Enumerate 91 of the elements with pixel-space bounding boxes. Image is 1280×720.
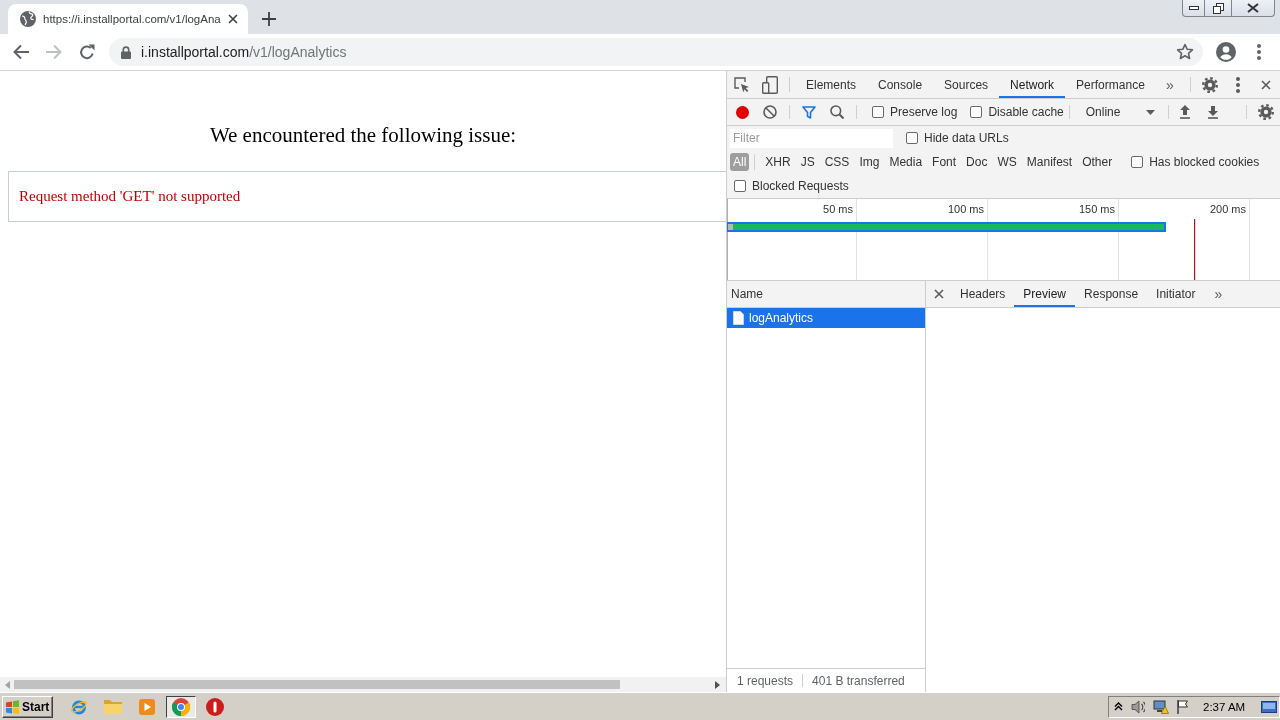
minimize-button[interactable] xyxy=(1182,0,1205,17)
devices-icon[interactable] xyxy=(762,75,778,94)
close-icon[interactable] xyxy=(228,14,239,24)
record-icon[interactable] xyxy=(735,105,749,119)
url-text: i.installportal.com/v1/logAnalytics xyxy=(141,44,347,60)
more-tabs-button[interactable]: » xyxy=(1204,281,1233,307)
close-icon[interactable] xyxy=(933,289,944,299)
close-window-button[interactable] xyxy=(1231,0,1275,17)
scroll-right-icon[interactable] xyxy=(715,680,720,689)
request-name: logAnalytics xyxy=(749,311,814,325)
caret-down-icon xyxy=(1145,109,1155,115)
globe-icon xyxy=(20,11,36,27)
type-filter-button[interactable]: Img xyxy=(854,153,885,171)
type-filter-button[interactable]: XHR xyxy=(760,153,796,171)
checkbox[interactable] xyxy=(872,106,884,118)
account-icon[interactable] xyxy=(1216,42,1236,62)
type-filter-button[interactable]: CSS xyxy=(819,153,855,171)
checkbox[interactable] xyxy=(906,132,918,144)
tick-label: 100 ms xyxy=(947,203,984,215)
download-icon[interactable] xyxy=(1206,105,1219,119)
checkbox-label[interactable]: Preserve log xyxy=(890,105,958,119)
type-filter-button[interactable]: Other xyxy=(1077,153,1118,171)
taskbar-app-button[interactable] xyxy=(166,695,196,718)
show-desktop-icon[interactable] xyxy=(1261,700,1277,713)
menu-icon[interactable] xyxy=(1257,44,1261,60)
back-arrow-icon[interactable] xyxy=(13,44,29,60)
browser-logo-icon[interactable] xyxy=(172,697,190,716)
search-icon[interactable] xyxy=(830,105,844,119)
filter-icon[interactable] xyxy=(802,105,816,119)
column-header[interactable]: Name xyxy=(731,287,763,301)
close-icon xyxy=(1247,3,1259,13)
type-filter-button[interactable]: JS xyxy=(795,153,820,171)
more-tabs-button[interactable]: » xyxy=(1155,71,1184,98)
checkbox-label[interactable]: Disable cache xyxy=(988,105,1064,119)
reload-icon[interactable] xyxy=(79,44,95,60)
lock-icon xyxy=(121,45,131,59)
detail-tab[interactable]: Preview xyxy=(1014,281,1076,307)
checkbox[interactable] xyxy=(1131,156,1144,168)
plus-icon[interactable] xyxy=(262,11,276,26)
start-logo-icon xyxy=(5,699,20,714)
request-row[interactable]: logAnalytics xyxy=(727,308,925,328)
type-filter-button[interactable]: WS xyxy=(992,153,1022,171)
upload-icon[interactable] xyxy=(1178,105,1191,119)
devtools-tab[interactable]: Sources xyxy=(933,71,1000,98)
status-text: 401 B transferred xyxy=(812,673,905,688)
chevron-up-icon[interactable] xyxy=(1114,702,1123,711)
horizontal-scrollbar[interactable] xyxy=(0,677,726,692)
detail-tab[interactable]: Response xyxy=(1075,281,1148,307)
detail-tab[interactable]: Initiator xyxy=(1147,281,1205,307)
type-filter-button[interactable]: Manifest xyxy=(1021,153,1078,171)
status-text: 1 requests xyxy=(737,673,794,688)
throttling-select[interactable]: Online xyxy=(1085,105,1158,119)
tick-label: 200 ms xyxy=(1209,203,1246,215)
filter-field[interactable]: Filter xyxy=(730,128,893,148)
network-icon[interactable] xyxy=(1153,699,1169,714)
devtools-tab[interactable]: Elements xyxy=(795,71,868,98)
tick-label: 150 ms xyxy=(1078,203,1115,215)
speaker-icon[interactable] xyxy=(1131,699,1145,714)
devtools-tab[interactable]: Console xyxy=(867,71,934,98)
checkbox-label[interactable]: Has blocked cookies xyxy=(1149,155,1260,169)
detail-tab[interactable]: Headers xyxy=(951,281,1015,307)
settings-icon[interactable] xyxy=(1202,76,1218,93)
round-logo-icon[interactable] xyxy=(206,697,224,716)
clear-icon[interactable] xyxy=(763,105,777,119)
restore-button[interactable] xyxy=(1204,0,1232,17)
flag-icon[interactable] xyxy=(1177,699,1189,714)
cursor-in-box-icon[interactable] xyxy=(734,76,750,93)
browser-tab[interactable]: https://i.installportal.com/v1/logAna xyxy=(8,4,248,34)
checkbox[interactable] xyxy=(970,106,983,118)
scrollbar-thumb[interactable] xyxy=(14,680,620,689)
menu-icon[interactable] xyxy=(1236,76,1240,93)
close-icon[interactable] xyxy=(1261,79,1271,90)
star-icon[interactable] xyxy=(1176,43,1194,61)
address-bar[interactable]: i.installportal.com/v1/logAnalytics xyxy=(109,38,1203,66)
checkbox-label[interactable]: Blocked Requests xyxy=(752,179,849,193)
tick-label: 50 ms xyxy=(823,203,853,215)
checkbox-label[interactable]: Hide data URLs xyxy=(924,131,1009,145)
document-icon xyxy=(733,311,744,325)
checkbox[interactable] xyxy=(734,180,746,192)
type-filter-button[interactable]: Media xyxy=(884,153,928,171)
minimize-icon xyxy=(1188,6,1199,10)
error-message: Request method 'GET' not supported xyxy=(19,188,241,205)
page-heading: We encountered the following issue: xyxy=(208,123,518,147)
devtools-tab[interactable]: Performance xyxy=(1065,71,1156,98)
restore-icon xyxy=(1212,2,1224,14)
type-filter-button[interactable]: Doc xyxy=(961,153,993,171)
settings-icon[interactable] xyxy=(1258,104,1274,120)
type-filter-button[interactable]: Font xyxy=(927,153,962,171)
start-button[interactable]: Start xyxy=(2,695,53,718)
load-marker xyxy=(1194,219,1196,280)
clock[interactable]: 2:37 AM xyxy=(1203,700,1246,713)
